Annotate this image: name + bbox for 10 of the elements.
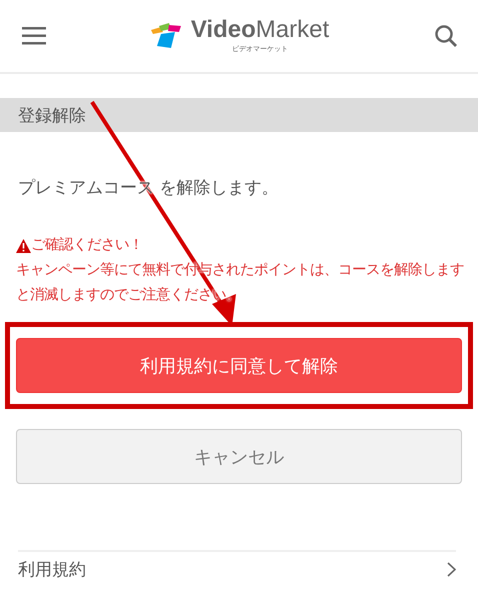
- search-icon[interactable]: [434, 24, 458, 48]
- terms-link[interactable]: 利用規約: [18, 558, 86, 581]
- logo-text: VideoMarket: [190, 18, 330, 42]
- warning-icon: [16, 238, 31, 252]
- chevron-right-icon: [447, 562, 456, 577]
- section-title: 登録解除: [18, 104, 86, 126]
- menu-icon[interactable]: [22, 27, 46, 45]
- confirm-button[interactable]: 利用規約に同意して解除: [16, 338, 462, 393]
- warning-title: ご確認ください！: [31, 236, 143, 255]
- cancel-button[interactable]: キャンセル: [16, 429, 462, 484]
